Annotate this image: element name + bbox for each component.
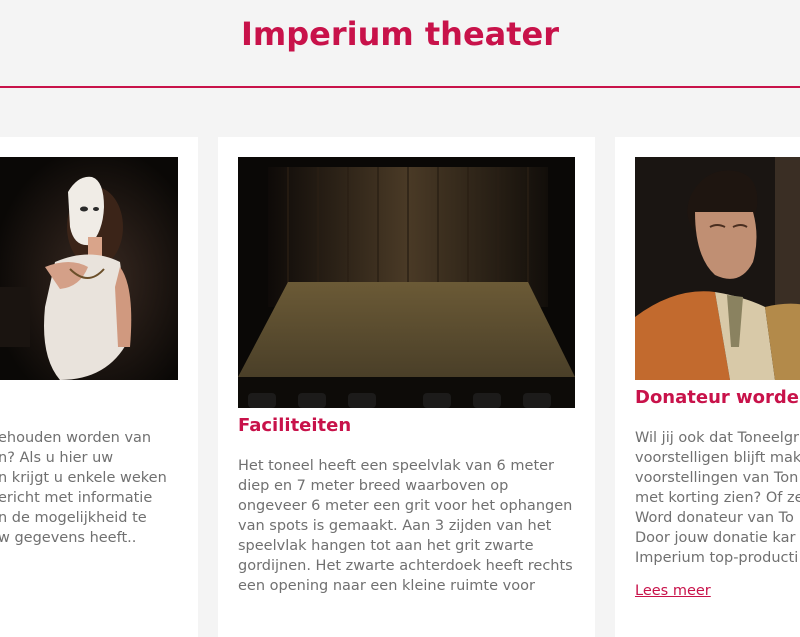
text-line: voorstelligen blijft mak — [635, 450, 800, 466]
card-facilities-title[interactable]: Faciliteiten — [238, 415, 351, 436]
card-donor: Donateur worden Wil jij ook dat Toneelgr… — [615, 137, 800, 637]
text-line: Imperium top-producti — [635, 550, 799, 566]
text-line: Word donateur van To — [635, 510, 794, 526]
card-newsletter: ehouden worden van n? Als u hier uw n kr… — [0, 137, 198, 637]
text-line: n krijgt u enkele weken — [0, 470, 167, 486]
text-line: ehouden worden van — [0, 430, 152, 446]
text-line: met korting zien? Of ze — [635, 490, 800, 506]
text-line: n? Als u hier uw — [0, 450, 114, 466]
text-line: Het toneel heeft een speelvlak van 6 met… — [238, 458, 555, 474]
card-donor-text: Wil jij ook dat Toneelgr voorstelligen b… — [635, 428, 800, 568]
text-line: gordijnen. Het zwarte achterdoek heeft r… — [238, 558, 573, 574]
site-header: Imperium theater — [0, 0, 800, 88]
card-photo-masked-actress[interactable] — [0, 157, 178, 380]
card-donor-title[interactable]: Donateur worden — [635, 387, 800, 408]
card-facilities-text: Het toneel heeft een speelvlak van 6 met… — [238, 456, 573, 596]
masked-actress-image — [0, 157, 178, 380]
site-title[interactable]: Imperium theater — [0, 12, 800, 56]
card-photo-stage[interactable] — [238, 157, 575, 408]
card-photo-actor[interactable] — [635, 157, 800, 380]
stage-image — [238, 157, 575, 408]
text-line: ericht met informatie — [0, 490, 153, 506]
text-line: n de mogelijkheid te — [0, 510, 147, 526]
text-line: ongeveer 6 meter een grit voor het ophan… — [238, 498, 573, 514]
text-line: van spots is gemaakt. Aan 3 zijden van h… — [238, 518, 552, 534]
card-facilities: Faciliteiten Het toneel heeft een speelv… — [218, 137, 595, 637]
text-line: diep en 7 meter breed waarboven op — [238, 478, 509, 494]
text-line: w gegevens heeft.. — [0, 530, 137, 546]
text-line: voorstellingen van Ton — [635, 470, 799, 486]
text-line: speelvlak hangen tot aan het grit zwarte — [238, 538, 534, 554]
text-line: Wil jij ook dat Toneelgr — [635, 430, 800, 446]
actor-image — [635, 157, 800, 380]
text-line: Door jouw donatie kar — [635, 530, 796, 546]
text-line: een opening naar een kleine ruimte voor — [238, 578, 535, 594]
card-newsletter-text: ehouden worden van n? Als u hier uw n kr… — [0, 428, 167, 548]
read-more-link[interactable]: Lees meer — [635, 583, 711, 599]
